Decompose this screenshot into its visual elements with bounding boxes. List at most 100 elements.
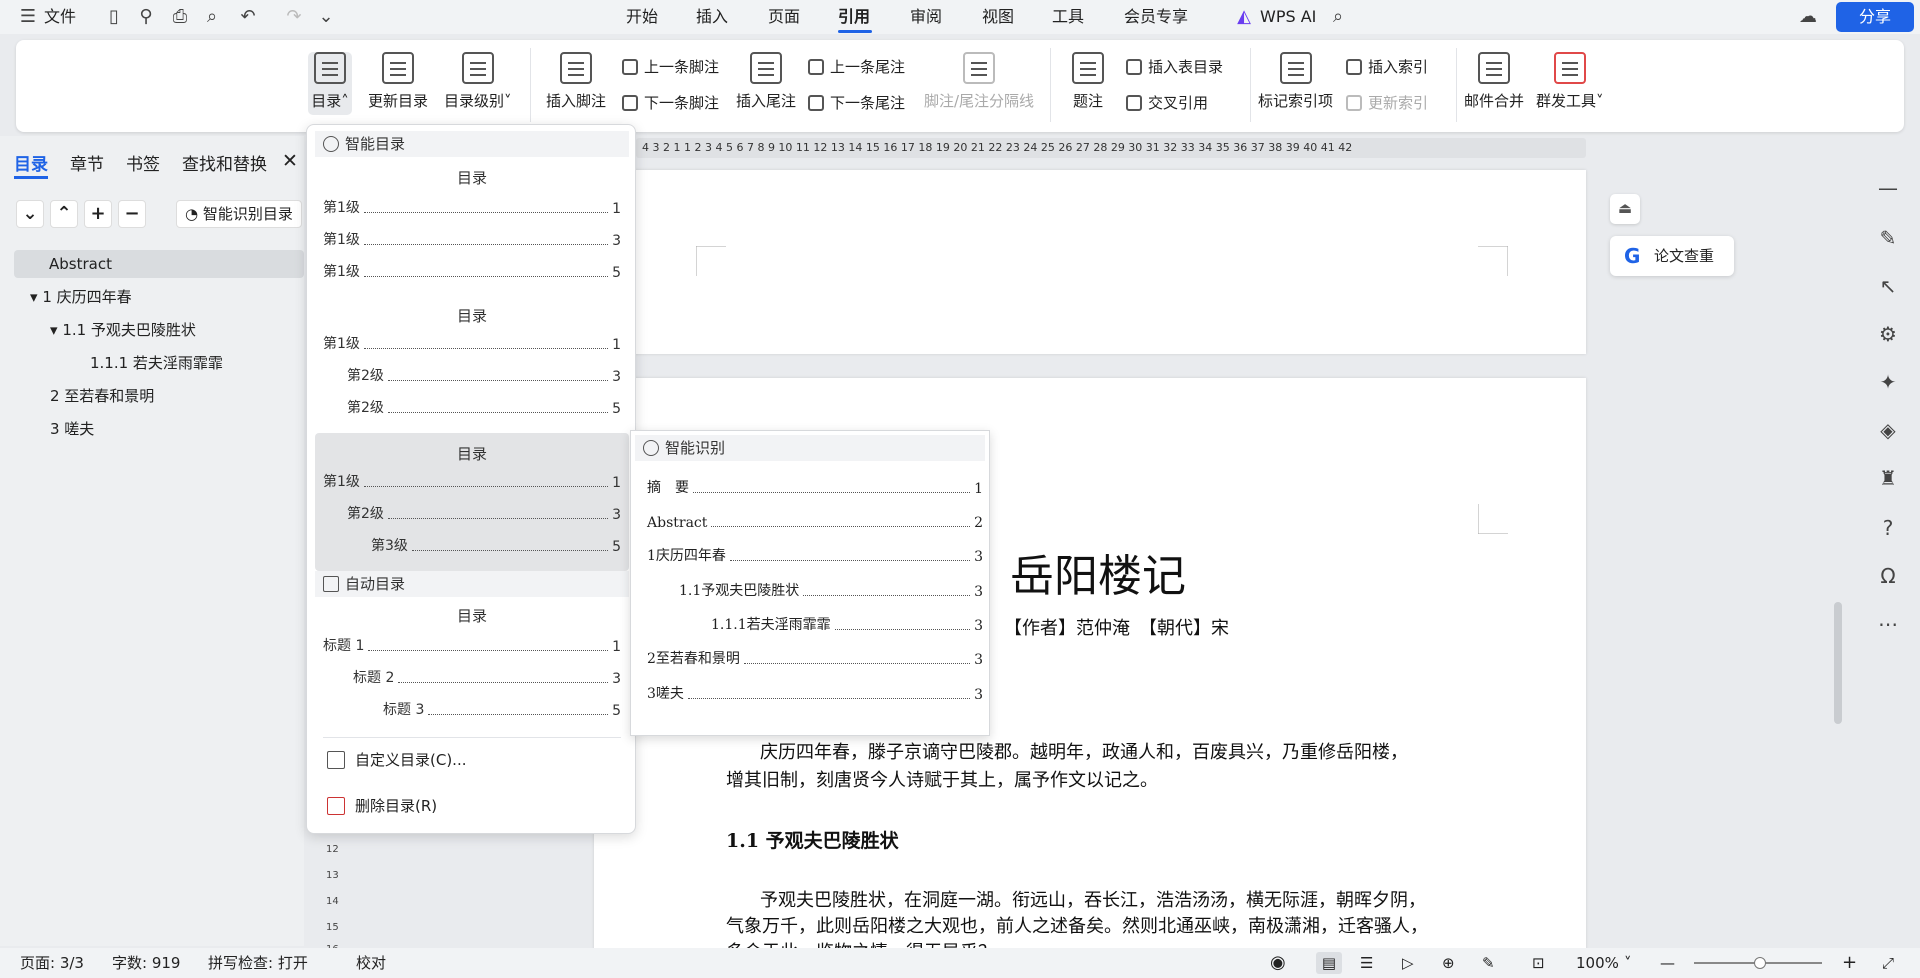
nav-tab-chapter[interactable]: 章节 — [70, 150, 104, 175]
zoom-slider-thumb[interactable] — [1754, 957, 1766, 969]
cross-ref-button[interactable]: 交叉引用 — [1126, 92, 1208, 113]
fullscreen-icon[interactable]: ⤢ — [1882, 948, 1894, 978]
nav-item-1[interactable]: ▾ 1 庆历四年春 — [30, 286, 132, 307]
zoom-level[interactable]: 100% — [1576, 948, 1619, 978]
prev-endnote-button[interactable]: 上一条尾注 — [808, 56, 905, 77]
remove-item-button[interactable]: − — [118, 200, 146, 228]
insert-table-of-figures-button[interactable]: 插入表目录 — [1126, 56, 1223, 77]
expand-down-button[interactable]: ⌄ — [16, 200, 44, 228]
sliders-icon[interactable]: ⚙ — [1876, 322, 1900, 346]
next-footnote-button[interactable]: 下一条脚注 — [622, 92, 719, 113]
cloud-upload-icon[interactable]: ☁ — [1798, 7, 1818, 27]
pen-mode-icon[interactable]: ✎ — [1482, 948, 1495, 978]
menu-icon[interactable]: ☰ — [18, 7, 38, 27]
caret-down-icon[interactable]: ▾ — [50, 321, 62, 339]
page-indicator[interactable]: 页面: 3/3 — [20, 948, 84, 978]
outline-view-icon[interactable]: ☰ — [1360, 948, 1373, 978]
more-icon[interactable]: ⋯ — [1876, 612, 1900, 636]
tab-review[interactable]: 审阅 — [910, 0, 942, 34]
close-icon[interactable]: ✕ — [282, 150, 298, 172]
insert-index-button[interactable]: 插入索引 — [1346, 56, 1428, 77]
print-icon[interactable]: ⎙ — [170, 7, 190, 27]
toc-button[interactable]: 目录˄ — [308, 52, 352, 115]
search-icon[interactable]: ⌕ — [1328, 7, 1348, 27]
vertical-scrollbar[interactable] — [1834, 602, 1842, 724]
format-painter-icon[interactable]: ⚲ — [136, 7, 156, 27]
group-send-button[interactable]: 群发工具˅ — [1536, 52, 1604, 111]
wps-ai-button[interactable]: WPS AI — [1260, 0, 1316, 34]
file-menu[interactable]: 文件 — [44, 0, 76, 34]
ai-doc-icon[interactable]: ◈ — [1876, 418, 1900, 442]
heading-1-1[interactable]: 1.1 予观夫巴陵胜状 — [726, 826, 899, 853]
smart-recognize-preview[interactable]: 智能识别 摘 要1 Abstract 2 1庆历四年春 3 1.1予观夫巴陵胜状 3 … — [630, 430, 990, 736]
collapse-up-button[interactable]: ⌃ — [50, 200, 78, 228]
magic-wand-icon[interactable]: ✦ — [1876, 370, 1900, 394]
tab-page[interactable]: 页面 — [768, 0, 800, 34]
next-endnote-button[interactable]: 下一条尾注 — [808, 92, 905, 113]
fit-page-icon[interactable]: ⊡ — [1532, 948, 1545, 978]
paragraph-line[interactable]: 予观夫巴陵胜状，在洞庭一湖。衔远山，吞长江，浩浩汤汤，横无际涯，朝晖夕阴， — [760, 886, 1426, 912]
mark-index-button[interactable]: 标记索引项 — [1258, 52, 1333, 111]
chevron-down-icon[interactable]: ⌄ — [316, 7, 336, 27]
mail-merge-button[interactable]: 邮件合并 — [1464, 52, 1524, 111]
insert-endnote-button[interactable]: 插入尾注 — [736, 52, 796, 111]
tab-references[interactable]: 引用 — [838, 0, 870, 34]
page-view-icon[interactable]: ▤ — [1316, 952, 1342, 974]
proofread[interactable]: 校对 — [356, 948, 386, 978]
omega-icon[interactable]: Ω — [1876, 564, 1900, 588]
save-icon[interactable]: ▯ — [104, 7, 124, 27]
nav-tab-toc[interactable]: 目录 — [14, 150, 48, 175]
nav-item-1-1[interactable]: ▾ 1.1 予观夫巴陵胜状 — [50, 319, 196, 340]
tab-view[interactable]: 视图 — [982, 0, 1014, 34]
prev-footnote-button[interactable]: 上一条脚注 — [622, 56, 719, 77]
toc-option-auto[interactable]: 目录 标题 1 1 标题 2 3 标题 3 5 — [315, 599, 629, 729]
zoom-in-icon[interactable]: + — [1842, 948, 1857, 978]
collapse-panel-button[interactable]: ⏏ — [1610, 194, 1640, 224]
toc-option-1[interactable]: 目录 第1级 1 第1级 3 第1级 5 — [315, 159, 629, 281]
delete-toc-item[interactable]: 删除目录(R) — [327, 795, 437, 816]
doc-title[interactable]: 岳阳楼记 — [1010, 540, 1186, 604]
nav-tab-bookmark[interactable]: 书签 — [126, 150, 160, 175]
wps-ai-icon[interactable]: ◭ — [1234, 7, 1254, 27]
share-button[interactable]: 分享 — [1836, 2, 1914, 32]
paragraph-line[interactable]: 气象万千，此则岳阳楼之大观也，前人之述备矣。然则北通巫峡，南极潇湘，迁客骚人， — [726, 912, 1428, 938]
tab-tools[interactable]: 工具 — [1052, 0, 1084, 34]
nav-item-3[interactable]: 3 嗟夫 — [50, 418, 94, 439]
nav-tab-find-replace[interactable]: 查找和替换 — [182, 150, 267, 175]
help-icon[interactable]: ? — [1876, 516, 1900, 540]
play-icon[interactable]: ▷ — [1402, 948, 1414, 978]
add-item-button[interactable]: + — [84, 200, 112, 228]
author-line[interactable]: 【作者】范仲淹 【朝代】宋 — [1004, 614, 1229, 640]
toc-option-3[interactable]: 目录 第1级 1 第2级 3 第3级 5 — [315, 433, 629, 571]
web-view-icon[interactable]: ⊕ — [1442, 948, 1455, 978]
word-count[interactable]: 字数: 919 — [112, 948, 180, 978]
toc-option-2[interactable]: 目录 第1级 1 第2级 3 第2级 5 — [315, 297, 629, 427]
caret-down-icon[interactable]: ▾ — [30, 288, 42, 306]
caption-button[interactable]: 题注 — [1072, 52, 1104, 111]
print-preview-icon[interactable]: ⌕ — [202, 7, 222, 27]
chevron-down-icon[interactable]: ˅ — [1624, 948, 1632, 978]
paragraph-line[interactable]: 增其旧制，刻唐贤今人诗赋于其上，属予作文以记之。 — [726, 766, 1158, 792]
spell-check[interactable]: 拼写检查: 打开 — [208, 948, 308, 978]
cursor-icon[interactable]: ↖ — [1876, 274, 1900, 298]
update-toc-button[interactable]: 更新目录 — [368, 52, 428, 111]
tab-insert[interactable]: 插入 — [696, 0, 728, 34]
pen-icon[interactable]: ✎ — [1876, 226, 1900, 250]
nav-item-abstract[interactable]: Abstract — [14, 250, 304, 278]
paragraph-line[interactable]: 庆历四年春，滕子京谪守巴陵郡。越明年，政通人和，百废具兴，乃重修岳阳楼， — [760, 738, 1408, 764]
nav-item-1-1-1[interactable]: 1.1.1 若夫淫雨霏霏 — [90, 352, 223, 373]
smart-recognize-toc-button[interactable]: ◔ 智能识别目录 — [176, 200, 302, 228]
minus-icon[interactable]: — — [1876, 176, 1900, 200]
paragraph-line[interactable]: 多会于此，览物之情，得无异乎？ — [726, 938, 996, 948]
toc-level-button[interactable]: 目录级别˅ — [444, 52, 512, 111]
nav-item-2[interactable]: 2 至若春和景明 — [50, 385, 154, 406]
thesis-check-button[interactable]: G 论文查重 — [1610, 236, 1734, 276]
tab-member[interactable]: 会员专享 — [1124, 0, 1188, 34]
shirt-icon[interactable]: ♜ — [1876, 466, 1900, 490]
custom-toc-item[interactable]: 自定义目录(C)... — [327, 749, 466, 770]
tab-start[interactable]: 开始 — [626, 0, 658, 34]
eye-icon[interactable]: ◉ — [1270, 948, 1286, 978]
zoom-out-icon[interactable]: — — [1660, 948, 1675, 978]
insert-footnote-button[interactable]: 插入脚注 — [546, 52, 606, 111]
undo-icon[interactable]: ↶ — [238, 7, 258, 27]
